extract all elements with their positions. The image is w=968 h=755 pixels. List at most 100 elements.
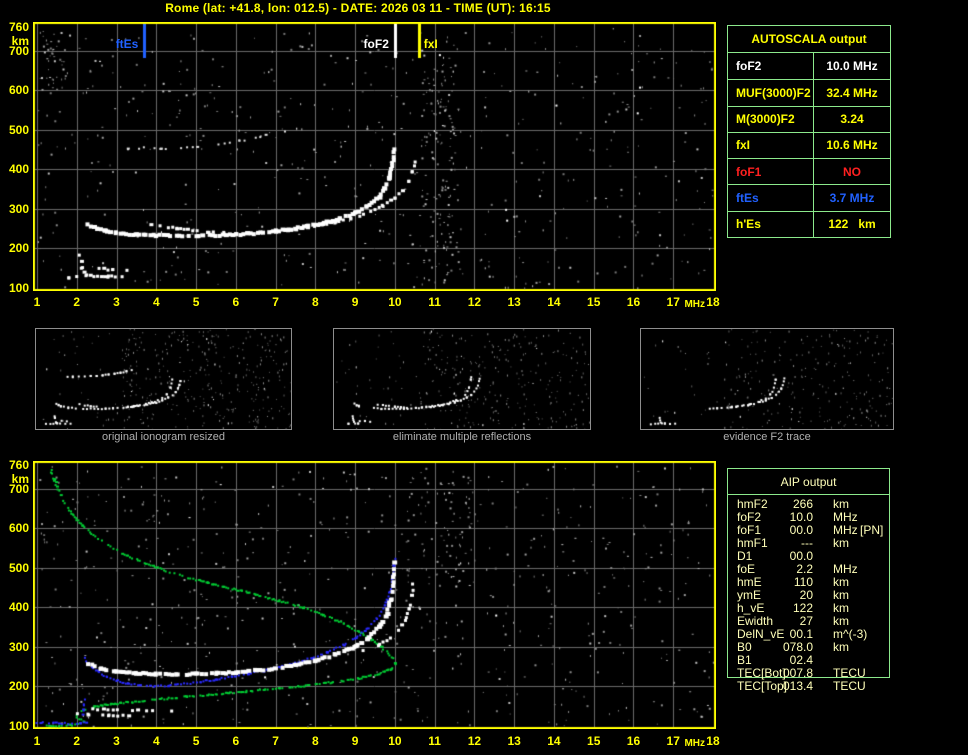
x-axis-unit-label: MHz [684,299,706,310]
y-tick-label: 400 [8,600,29,615]
thumbnail-caption-evidence: evidence F2 trace [723,431,811,443]
y-tick-label: 760 [8,458,29,472]
autoscala-row: M(3000)F2 3.24 [728,105,890,132]
aip-row: foF1 00.0 MHz [PN] [727,523,890,537]
aip-param-unit: TECU [833,679,866,693]
aip-param-unit: km [833,536,849,550]
aip-row: hmF2 266 km [727,497,890,511]
x-tick-label: 9 [351,734,359,748]
marker-label-ftes: ftEs [115,37,139,51]
aip-param-value: 110 [793,575,813,589]
x-tick-label: 2 [73,295,81,309]
aip-param-value: 007.8 [782,666,813,680]
aip-param-unit: MHz [833,510,858,524]
x-tick-label: 18 [706,734,720,748]
y-tick-label: 600 [8,521,29,536]
autoscala-row: foF1 NO [728,158,890,185]
aip-row: TEC[Top] 013.4 TECU [727,679,890,693]
x-tick-label: 1 [33,734,41,748]
x-tick-label: 14 [547,734,561,748]
x-tick-label: 17 [666,734,680,748]
autoscala-param-value: 10.0 MHz [813,53,890,80]
autoscala-param-value: 3.24 [813,106,890,132]
y-tick-label: 300 [8,639,29,654]
aip-param-unit: km [833,588,849,602]
aip-row: TEC[Bot] 007.8 TECU [727,666,890,680]
x-tick-label: 5 [192,734,200,748]
x-tick-label: 13 [507,295,521,309]
x-tick-label: 18 [706,295,720,309]
autoscala-param-label: MUF(3000)F2 [736,85,811,100]
y-tick-label: 200 [8,679,29,694]
aip-param-value: 00.0 [789,523,813,537]
autoscala-row: foF2 10.0 MHz [728,53,890,80]
aip-row: B1 02.4 [727,653,890,667]
autoscala-panel-title: AUTOSCALA output [728,26,890,53]
scaled-ionogram-plot [33,22,716,291]
autoscala-param-value: 10.6 MHz [813,132,890,159]
y-tick-label: 700 [8,481,29,496]
aip-row: B0 078.0 km [727,640,890,654]
aip-param-value: 122 [792,601,813,615]
autoscala-param-label: fxI [736,138,751,153]
marker-label-fof2: foF2 [363,37,389,51]
autoscala-param-value: 32.4 MHz [813,80,890,106]
autoscala-row: fxI 10.6 MHz [728,131,890,159]
aip-rows: hmF2 266 km foF2 10.0 MHz foF1 00.0 MHz [PN] hmF1-… [727,497,890,693]
aip-param-value: 00.1 [789,627,813,641]
x-tick-label: 10 [388,295,402,309]
aip-param-value: 078.0 [782,640,813,654]
x-tick-label: 4 [152,295,160,309]
autoscala-param-value: 122 km [813,211,890,237]
autoscala-param-value: NO [813,159,890,185]
aip-ionogram-plot [33,461,716,729]
x-tick-label: 3 [113,734,120,748]
x-tick-label: 14 [547,295,561,309]
autoscala-row: ftEs 3.7 MHz [728,184,890,211]
x-tick-label: 13 [507,734,521,748]
autoscala-row: MUF(3000)F2 32.4 MHz [728,79,890,106]
aip-param-value: --- [801,536,813,550]
autoscala-row: h'Es 122 km [728,210,890,237]
x-tick-label: 12 [467,295,482,309]
aip-param-value: 02.4 [789,653,813,667]
y-tick-label: 500 [8,560,29,575]
autoscala-param-label: ftEs [736,191,759,206]
x-tick-label: 15 [587,295,601,309]
aip-panel-title: AIP output [728,469,889,495]
x-axis-unit-label: MHz [684,738,706,749]
autoscala-param-value: 3.7 MHz [813,185,890,211]
x-tick-label: 8 [312,295,319,309]
page-title: Rome (lat: +41.8, lon: 012.5) - DATE: 20… [165,1,551,15]
aip-param-value: 266 [792,497,813,511]
aip-param-unit: MHz [833,562,858,576]
aip-param-unit: km [833,640,849,654]
aip-row: foF2 10.0 MHz [727,510,890,524]
thumbnail-eliminate-reflections [333,328,591,430]
aip-param-extra: [PN] [860,523,884,537]
x-tick-label: 9 [351,295,359,309]
aip-row: hmE 110 km [727,575,890,589]
autoscala-param-label: M(3000)F2 [736,112,795,127]
autoscala-param-label: foF1 [736,164,762,179]
y-tick-label: 100 [8,719,29,734]
autoscala-output-panel: AUTOSCALA output foF2 10.0 MHz MUF(3000)F2… [727,25,891,238]
aip-param-unit: km [833,497,849,511]
aip-row: hmF1 --- km [727,536,890,550]
x-tick-label: 15 [587,734,601,748]
aip-row: h_vE 122 km [727,601,890,615]
x-tick-label: 12 [467,734,482,748]
aip-param-unit: km [833,601,849,615]
x-tick-label: 6 [232,295,240,309]
thumbnail-caption-eliminate: eliminate multiple reflections [392,431,532,443]
x-tick-label: 10 [388,734,402,748]
bottom-plot-y-axis: 760 km 700 600 500 400 300 200 100 [0,0,30,740]
aip-param-value: 20 [799,588,813,602]
x-tick-label: 2 [73,734,81,748]
aip-row: ymE 20 km [727,588,890,602]
aip-param-unit: km [833,575,849,589]
marker-label-fxi: fxI [423,37,438,51]
aip-param-unit: TECU [833,666,866,680]
x-tick-label: 8 [312,734,319,748]
aip-param-value: 013.4 [782,679,813,693]
